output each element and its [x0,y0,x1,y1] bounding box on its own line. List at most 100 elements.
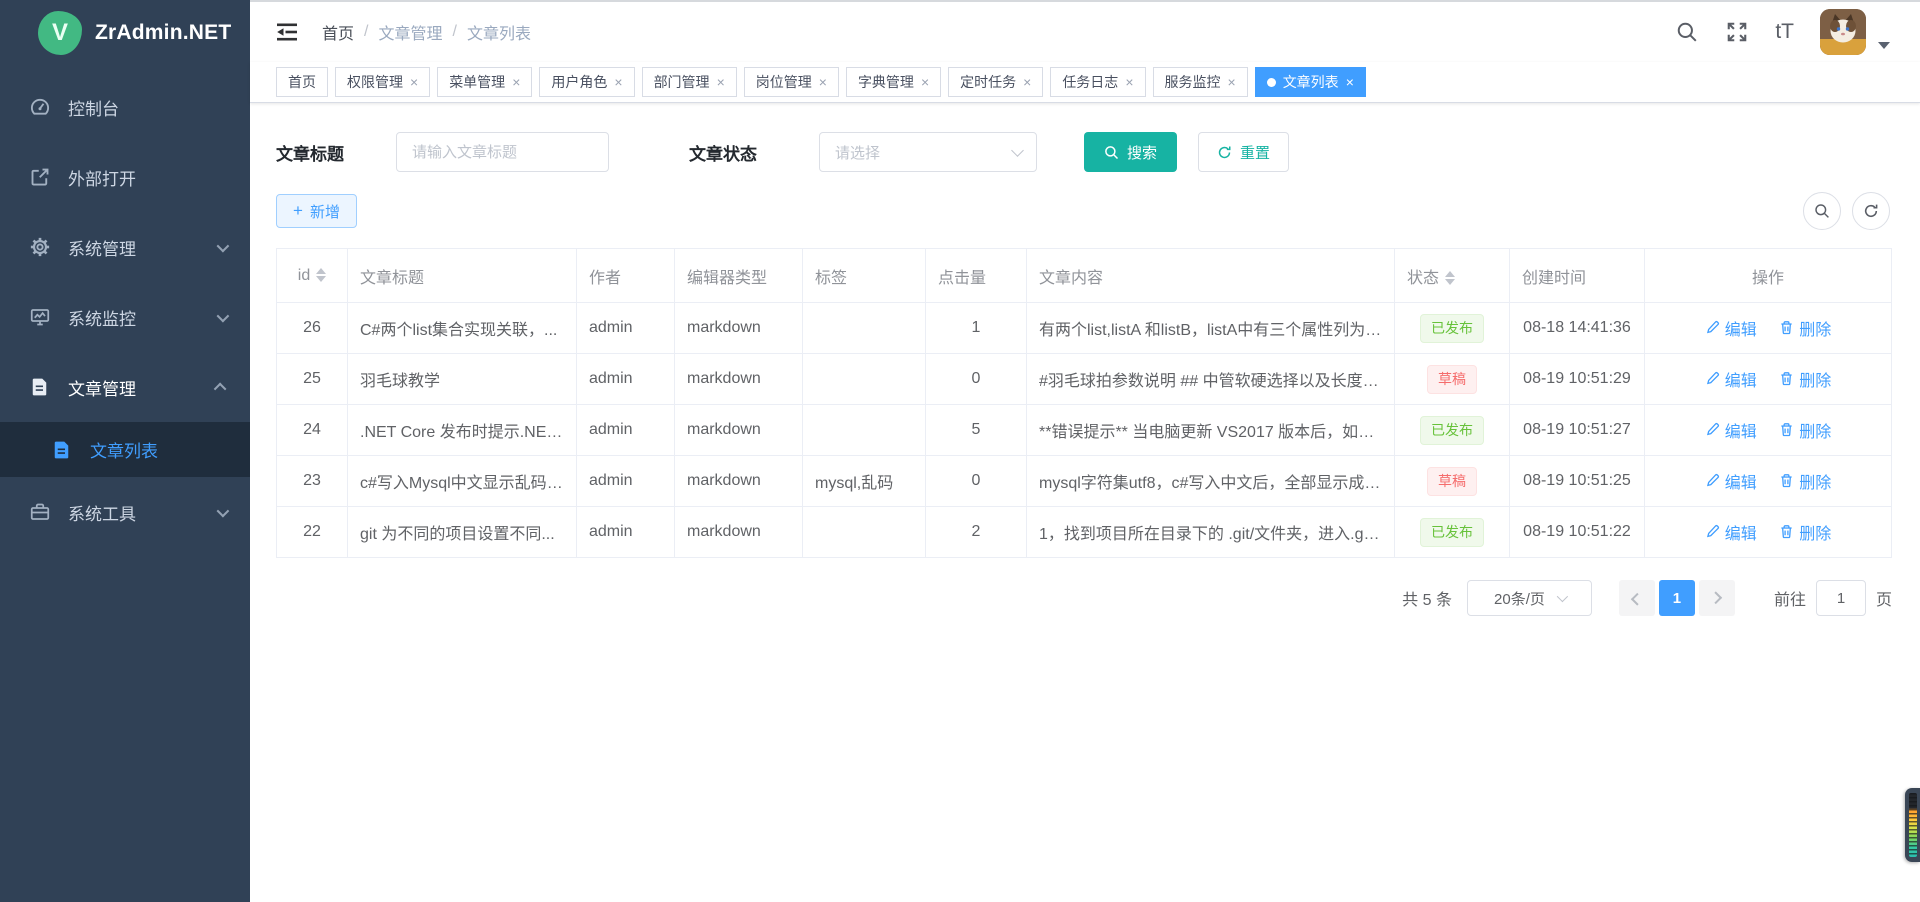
tab-scheduled-task[interactable]: 定时任务× [948,67,1043,97]
article-title-input[interactable] [396,132,609,172]
column-header-id[interactable]: id [277,249,348,303]
pagination: 共 5 条 20条/页 1 前往 页 [250,558,1920,616]
tab-dict-manage[interactable]: 字典管理× [846,67,941,97]
goto-page-input[interactable] [1816,580,1866,616]
cell-editor-type: markdown [675,303,803,354]
sort-icon[interactable] [1445,271,1455,285]
prev-page-button[interactable] [1619,580,1655,616]
close-icon[interactable]: × [614,75,622,89]
cell-created: 08-19 10:51:25 [1510,456,1645,507]
delete-button[interactable]: 删除 [1779,367,1831,391]
tab-label: 部门管理 [654,72,710,92]
cell-clicks: 0 [926,456,1027,507]
close-icon[interactable]: × [819,75,827,89]
close-icon[interactable]: × [1228,75,1236,89]
app-logo[interactable]: V ZrAdmin.NET [0,0,250,66]
close-icon[interactable]: × [1346,75,1354,89]
article-status-select[interactable]: 请选择 [819,132,1037,172]
page-number-current[interactable]: 1 [1659,580,1695,616]
edit-button[interactable]: 编辑 [1705,520,1757,544]
trash-icon [1779,320,1794,335]
cell-tags [803,507,926,558]
trash-icon [1779,422,1794,437]
cell-status: 已发布 [1395,303,1510,354]
cell-tags [803,354,926,405]
column-header-status[interactable]: 状态 [1395,249,1510,303]
tab-user-role[interactable]: 用户角色× [539,67,634,97]
fullscreen-icon[interactable] [1725,20,1749,44]
cell-content: 有两个list,listA 和listB，listA中有三个属性列为St... [1027,303,1395,354]
sidebar-item-system-manage[interactable]: 系统管理 [0,212,250,282]
breadcrumb-home[interactable]: 首页 [322,20,354,44]
column-header-content: 文章内容 [1027,249,1395,303]
edit-button[interactable]: 编辑 [1705,367,1757,391]
close-icon[interactable]: × [410,75,418,89]
column-header-editor-type: 编辑器类型 [675,249,803,303]
close-icon[interactable]: × [1125,75,1133,89]
cell-title: git 为不同的项目设置不同... [348,507,577,558]
chevron-right-icon [1710,591,1723,604]
font-size-icon[interactable]: tT [1775,20,1794,44]
sidebar-item-article-manage[interactable]: 文章管理 [0,352,250,422]
cell-created: 08-19 10:51:27 [1510,405,1645,456]
page-unit-label: 页 [1876,586,1892,610]
tab-department-manage[interactable]: 部门管理 × [642,67,737,97]
next-page-button[interactable] [1699,580,1735,616]
caret-down-icon[interactable] [1878,42,1890,49]
sort-icon[interactable] [316,268,326,282]
edit-button[interactable]: 编辑 [1705,316,1757,340]
tab-task-log[interactable]: 任务日志 × [1050,67,1145,97]
cell-content: **错误提示** 当电脑更新 VS2017 版本后，如果... [1027,405,1395,456]
cell-tags [803,405,926,456]
sidebar-item-system-tools[interactable]: 系统工具 [0,477,250,547]
search-button[interactable]: 搜索 [1084,132,1177,172]
delete-button[interactable]: 删除 [1779,520,1831,544]
tab-menu-manage[interactable]: 菜单管理× [437,67,532,97]
show-search-button[interactable] [1803,192,1841,230]
close-icon[interactable]: × [921,75,929,89]
add-button[interactable]: + 新增 [276,194,357,228]
column-header-clicks: 点击量 [926,249,1027,303]
cell-tags: mysql,乱码 [803,456,926,507]
page-size-select[interactable]: 20条/页 [1467,580,1592,616]
reset-button[interactable]: 重置 [1198,132,1289,172]
sidebar-toggle-icon[interactable] [276,22,298,42]
search-icon[interactable] [1675,20,1699,44]
sidebar-item-dashboard[interactable]: 控制台 [0,72,250,142]
tab-label: 服务监控 [1165,72,1221,92]
status-badge: 已发布 [1420,416,1484,445]
delete-button[interactable]: 删除 [1779,469,1831,493]
gear-icon [30,236,52,258]
tab-post-manage[interactable]: 岗位管理× [744,67,839,97]
toolbox-icon [30,501,52,523]
cell-author: admin [577,507,675,558]
cell-content: 1，找到项目所在目录下的 .git/文件夹，进入.git/... [1027,507,1395,558]
tab-home[interactable]: 首页 [276,67,328,97]
refresh-icon [1863,203,1879,219]
floating-widget[interactable] [1905,788,1920,862]
close-icon[interactable]: × [1023,75,1031,89]
tab-label: 任务日志 [1062,72,1118,92]
sidebar-item-external-open[interactable]: 外部打开 [0,142,250,212]
cell-status: 已发布 [1395,507,1510,558]
tab-service-monitor[interactable]: 服务监控 × [1153,67,1248,97]
tab-article-list[interactable]: 文章列表× [1255,67,1366,97]
cell-content: #羽毛球拍参数说明 ## 中管软硬选择以及长度介... [1027,354,1395,405]
cell-created: 08-19 10:51:22 [1510,507,1645,558]
sidebar-item-article-list[interactable]: 文章列表 [0,422,250,477]
user-avatar[interactable] [1820,9,1866,55]
cell-editor-type: markdown [675,507,803,558]
article-title-label: 文章标题 [276,140,344,165]
edit-button[interactable]: 编辑 [1705,469,1757,493]
sidebar-item-label: 系统管理 [68,235,136,260]
close-icon[interactable]: × [717,75,725,89]
close-icon[interactable]: × [512,75,520,89]
filter-form: 文章标题 文章状态 请选择 搜索 重置 [250,103,1920,172]
delete-button[interactable]: 删除 [1779,418,1831,442]
delete-button[interactable]: 删除 [1779,316,1831,340]
edit-button[interactable]: 编辑 [1705,418,1757,442]
refresh-table-button[interactable] [1852,192,1890,230]
table-row: 23 c#写入Mysql中文显示乱码 ... admin markdown my… [277,456,1892,507]
sidebar-item-system-monitor[interactable]: 系统监控 [0,282,250,352]
tab-permission-manage[interactable]: 权限管理× [335,67,430,97]
